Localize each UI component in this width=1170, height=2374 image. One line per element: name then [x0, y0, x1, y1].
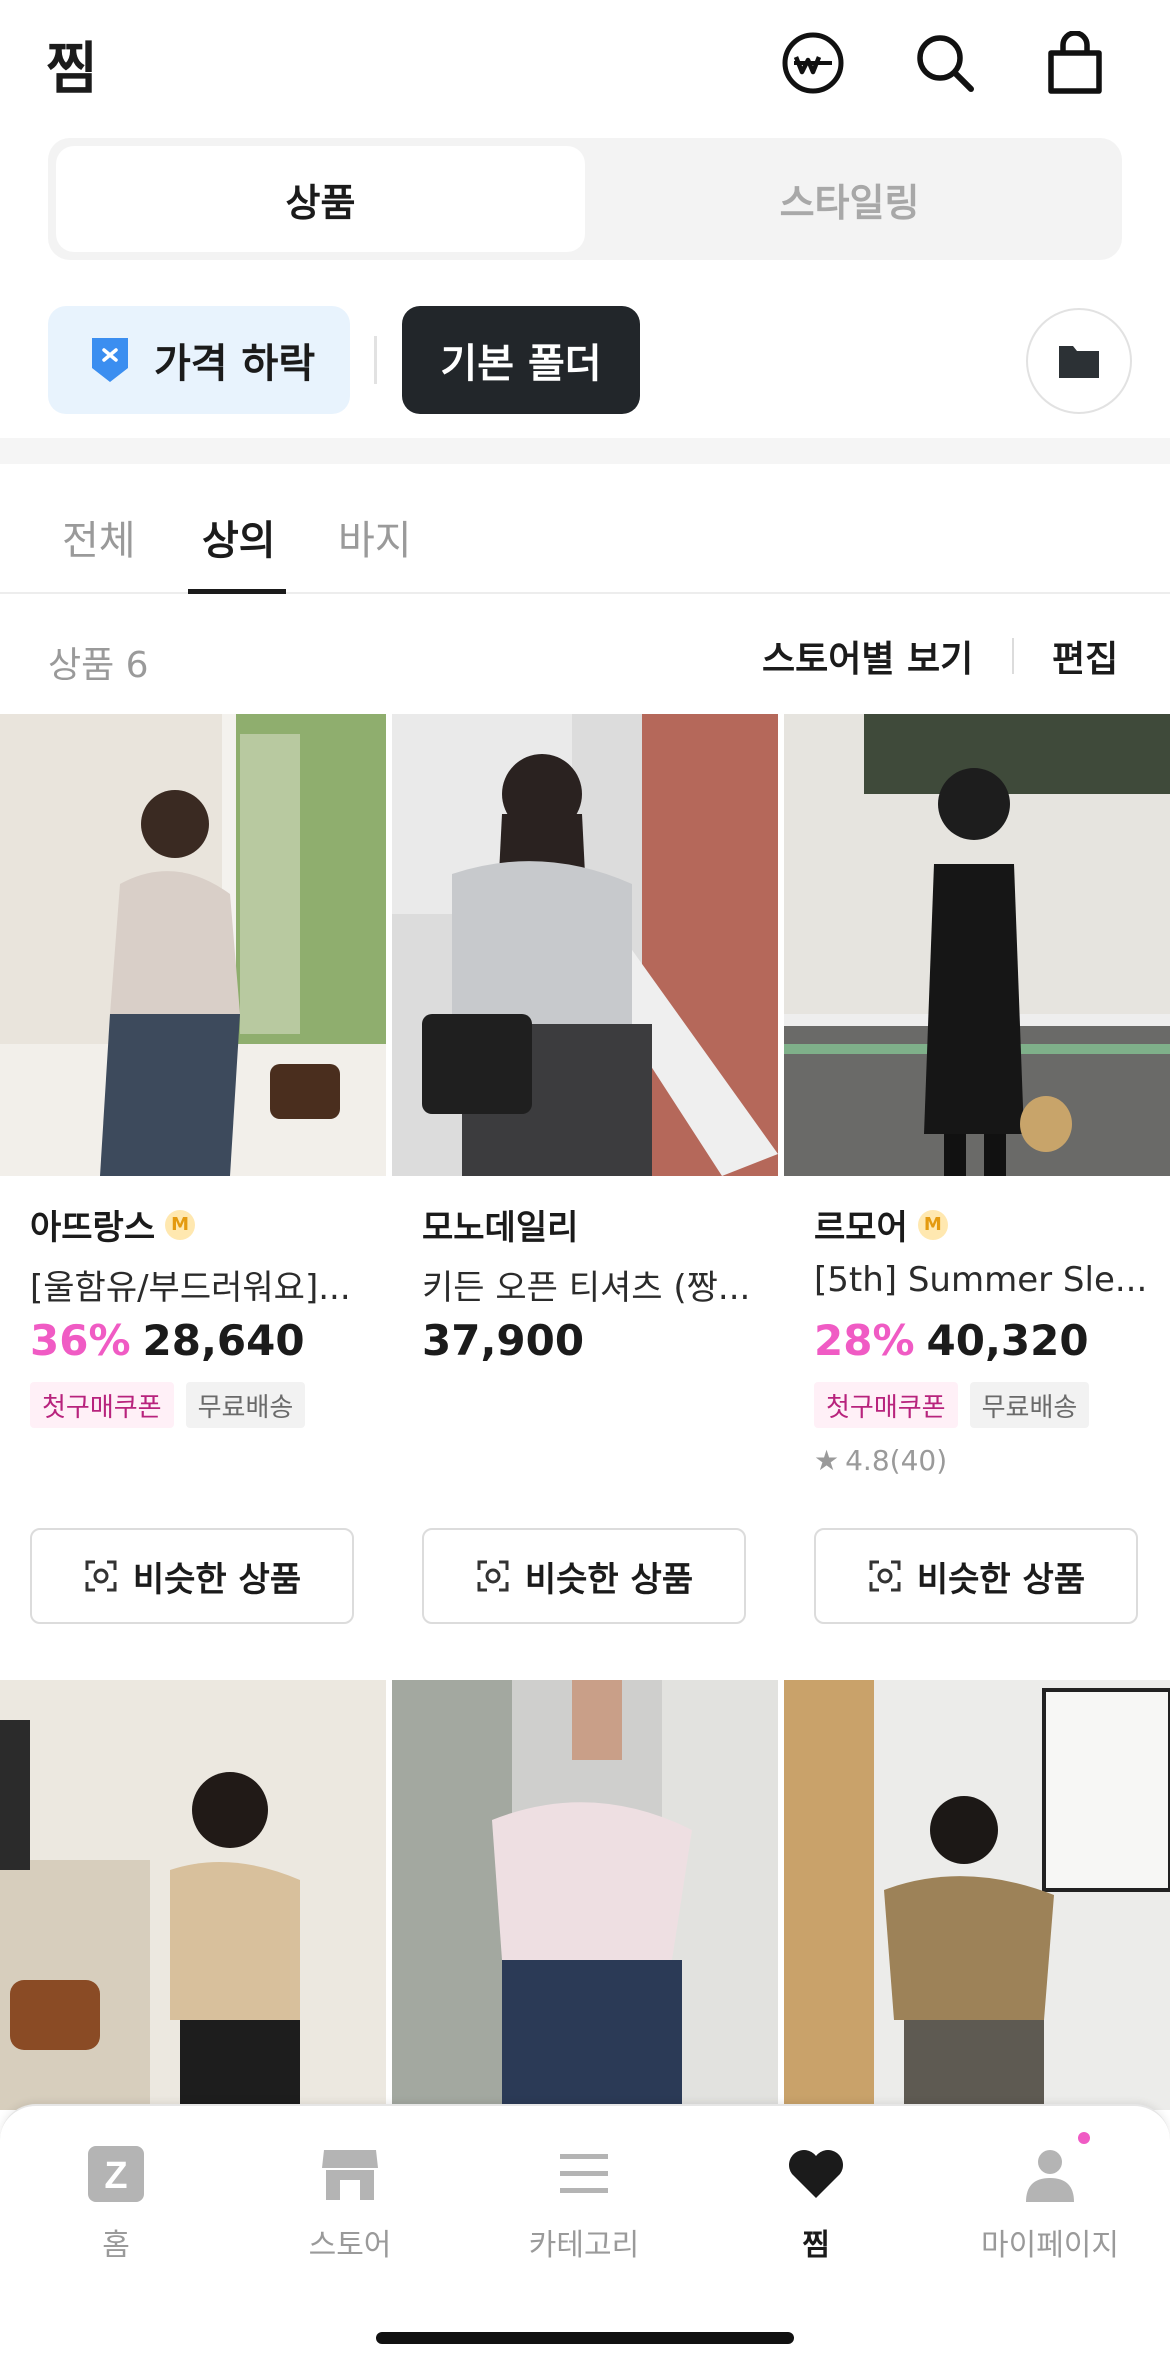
person-icon	[1018, 2132, 1090, 2206]
similar-label: 비슷한 상품	[132, 1559, 302, 1600]
similar-products-button[interactable]: 비슷한 상품	[422, 1528, 746, 1624]
tab-pants[interactable]: 바지	[338, 508, 412, 566]
store-name[interactable]: 모노데일리	[422, 1200, 578, 1249]
price-line: 36% 28,640	[30, 1316, 305, 1365]
product-image[interactable]	[0, 714, 386, 1176]
home-icon: Z	[84, 2142, 148, 2206]
folder-icon	[1059, 346, 1099, 378]
product-card[interactable]: 모노데일리 키든 오픈 티셔츠 (짱... 37,900 비슷한 상품	[392, 714, 778, 1624]
points-icon[interactable]	[778, 28, 848, 98]
price-drop-label: 가격 하락	[154, 341, 316, 387]
product-image[interactable]	[784, 1680, 1170, 2110]
store-view-button[interactable]: 스토어별 보기	[762, 630, 973, 682]
tab-styling[interactable]: 스타일링	[585, 146, 1114, 252]
coupon-badge: 첫구매쿠폰	[814, 1382, 958, 1428]
tab-all[interactable]: 전체	[62, 508, 136, 566]
header-divider	[1012, 638, 1014, 674]
badges: 첫구매쿠폰 무료배송	[814, 1382, 1101, 1428]
product-card[interactable]	[392, 1680, 778, 2110]
price-line: 28% 40,320	[814, 1316, 1089, 1365]
scan-icon	[477, 1560, 509, 1592]
product-title[interactable]: [울함유/부드러워요]...	[30, 1260, 370, 1309]
edit-button[interactable]: 편집	[1052, 630, 1118, 682]
shopping-bag-icon[interactable]	[1040, 28, 1110, 98]
nav-home-label: 홈	[102, 2228, 130, 2263]
rating: ★ 4.8(40)	[814, 1444, 947, 1477]
category-tabs: 전체 상의 바지	[0, 464, 1170, 594]
star-icon: ★	[814, 1444, 840, 1477]
store-icon	[318, 2142, 382, 2206]
chip-divider	[374, 336, 377, 384]
price: 37,900	[422, 1316, 585, 1365]
price: 40,320	[926, 1316, 1089, 1365]
nav-category[interactable]: 카테고리	[484, 2142, 684, 2264]
product-count: 상품 6	[48, 645, 149, 686]
product-image[interactable]	[784, 714, 1170, 1176]
nav-category-label: 카테고리	[528, 2228, 640, 2263]
folder-chips: 가격 하락 기본 폴더	[48, 306, 1138, 416]
store-line: 모노데일리	[422, 1200, 578, 1249]
product-title[interactable]: [5th] Summer Sle...	[814, 1260, 1154, 1300]
store-name[interactable]: 아뜨랑스	[30, 1200, 155, 1249]
section-divider	[0, 438, 1170, 464]
product-image[interactable]	[0, 1680, 386, 2110]
free-shipping-badge: 무료배송	[185, 1382, 306, 1428]
free-shipping-badge: 무료배송	[969, 1382, 1090, 1428]
product-image[interactable]	[392, 714, 778, 1176]
notification-dot	[1078, 2132, 1090, 2144]
nav-zzim-label: 찜	[802, 2228, 830, 2263]
nav-mypage[interactable]: 마이페이지	[950, 2132, 1150, 2264]
product-image[interactable]	[392, 1680, 778, 2110]
nav-zzim[interactable]: 찜	[716, 2142, 916, 2264]
product-card[interactable]: 르모어 M [5th] Summer Sle... 28% 40,320 첫구매…	[784, 714, 1170, 1624]
page-title: 찜	[46, 37, 98, 102]
store-line: 르모어 M	[814, 1200, 948, 1249]
price-drop-chip[interactable]: 가격 하락	[48, 306, 350, 414]
folder-button[interactable]	[1026, 308, 1132, 414]
similar-products-button[interactable]: 비슷한 상품	[814, 1528, 1138, 1624]
product-card[interactable]: 아뜨랑스 M [울함유/부드러워요]... 36% 28,640 첫구매쿠폰 무…	[0, 714, 386, 1624]
nav-store[interactable]: 스토어	[250, 2142, 450, 2264]
menu-icon	[552, 2142, 616, 2206]
coupon-badge: 첫구매쿠폰	[30, 1382, 174, 1428]
product-card[interactable]	[0, 1680, 386, 2110]
similar-products-button[interactable]: 비슷한 상품	[30, 1528, 354, 1624]
store-name[interactable]: 르모어	[814, 1200, 908, 1249]
header: 찜	[0, 0, 1170, 130]
similar-label: 비슷한 상품	[524, 1559, 694, 1600]
nav-mypage-label: 마이페이지	[981, 2228, 1119, 2263]
home-indicator	[376, 2332, 794, 2344]
tab-tops[interactable]: 상의	[202, 508, 276, 566]
search-icon[interactable]	[910, 28, 980, 98]
similar-label: 비슷한 상품	[916, 1559, 1086, 1600]
price-line: 37,900	[422, 1316, 584, 1365]
list-header: 상품 6 스토어별 보기 편집	[0, 594, 1170, 714]
product-card[interactable]	[784, 1680, 1170, 2110]
scan-icon	[85, 1560, 117, 1592]
m-badge: M	[917, 1209, 948, 1240]
scan-icon	[869, 1560, 901, 1592]
heart-icon	[784, 2142, 848, 2206]
nav-home[interactable]: Z 홈	[16, 2142, 216, 2264]
store-line: 아뜨랑스 M	[30, 1200, 196, 1249]
home-glyph: Z	[104, 2155, 127, 2197]
nav-store-label: 스토어	[308, 2228, 392, 2263]
m-badge: M	[165, 1209, 196, 1240]
product-title[interactable]: 키든 오픈 티셔츠 (짱...	[422, 1260, 762, 1309]
price: 28,640	[142, 1316, 305, 1365]
discount-rate: 28%	[814, 1316, 915, 1365]
default-folder-chip[interactable]: 기본 폴더	[402, 306, 640, 414]
rating-value: 4.8(40)	[845, 1444, 948, 1477]
segmented-control: 상품 스타일링	[48, 138, 1122, 260]
discount-rate: 36%	[30, 1316, 131, 1365]
tab-products[interactable]: 상품	[56, 146, 585, 252]
price-tag-icon	[92, 338, 128, 382]
badges: 첫구매쿠폰 무료배송	[30, 1382, 317, 1428]
